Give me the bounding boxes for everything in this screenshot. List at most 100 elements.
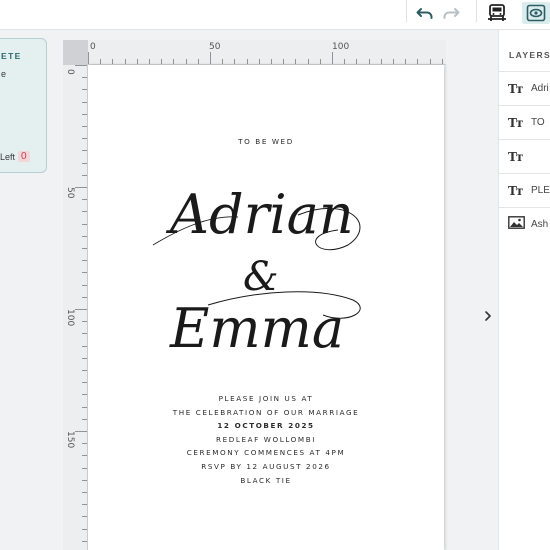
ruler-corner <box>63 40 88 65</box>
ruler-tick <box>82 492 87 493</box>
left-count-badge: 0 <box>18 151 30 162</box>
ruler-tick <box>82 357 87 359</box>
ruler-tick <box>393 59 394 64</box>
ruler-tick <box>161 59 163 64</box>
invitation-line[interactable]: PLEASE JOIN US AT <box>88 394 444 403</box>
preview-view-button[interactable] <box>522 2 550 24</box>
toolbar-divider <box>406 0 407 22</box>
ruler-tick <box>82 516 87 518</box>
ruler-tick <box>82 150 87 152</box>
collapse-panel-button[interactable] <box>480 306 496 330</box>
ruler-tick <box>82 223 87 225</box>
ruler-tick <box>75 187 87 188</box>
ruler-tick <box>82 382 87 384</box>
ruler-tick <box>405 59 407 64</box>
text-layer-icon: Tт <box>508 81 523 96</box>
ruler-tick <box>82 101 87 103</box>
text-layer-icon: Tт <box>508 115 523 130</box>
names-script-art[interactable]: Adrian & Emma <box>148 175 388 375</box>
layer-row[interactable]: Tт Adri <box>499 71 550 105</box>
ruler-tick <box>380 59 382 64</box>
layer-row[interactable]: Tт TO <box>499 105 550 139</box>
invitation-line[interactable]: CEREMONY COMMENCES AT 4PM <box>88 448 444 457</box>
ruler-tick <box>82 174 87 176</box>
ruler-tick <box>136 59 138 64</box>
ruler-tick <box>82 284 87 286</box>
ruler-label: 100 <box>332 42 350 52</box>
left-label: Left <box>0 151 16 162</box>
ruler-tick <box>332 52 333 64</box>
ruler-tick <box>344 59 346 64</box>
name2-text: Emma <box>169 297 344 360</box>
ruler-tick <box>82 333 87 335</box>
vertical-ruler: 0 50 100 150 <box>63 65 88 550</box>
ruler-tick <box>82 370 87 371</box>
print-preview-button[interactable] <box>484 2 510 24</box>
ruler-label: 50 <box>65 187 75 199</box>
ruler-tick <box>124 59 126 64</box>
ruler-tick <box>222 59 224 64</box>
ruler-tick <box>82 89 87 91</box>
invitation-line[interactable]: REDLEAF WOLLOMBI <box>88 435 444 444</box>
ruler-tick <box>82 138 87 140</box>
ruler-tick <box>82 162 87 164</box>
ruler-tick <box>210 52 211 64</box>
text-layer-icon: Tт <box>508 149 523 164</box>
ruler-tick <box>100 59 102 64</box>
ruler-label: 0 <box>65 69 75 75</box>
top-toolbar <box>0 0 550 30</box>
ruler-tick <box>197 59 199 64</box>
invitation-line[interactable]: THE CELEBRATION OF OUR MARRIAGE <box>88 408 444 417</box>
ruler-tick <box>271 59 272 64</box>
ruler-tick <box>246 59 248 64</box>
ruler-tick <box>82 321 87 323</box>
ruler-label: 50 <box>209 42 221 52</box>
image-layer-icon <box>508 215 525 234</box>
ruler-tick <box>82 540 87 542</box>
layer-row[interactable]: Tт <box>499 139 550 173</box>
ruler-tick <box>82 77 87 79</box>
ruler-tick <box>82 113 87 115</box>
heading-text[interactable]: TO BE WED <box>88 137 444 146</box>
layer-label: PLE <box>531 185 550 196</box>
invitation-line[interactable]: BLACK TIE <box>88 476 444 485</box>
ruler-tick <box>75 309 87 310</box>
ruler-tick <box>234 59 236 64</box>
ruler-tick <box>82 235 87 237</box>
ruler-label: 150 <box>65 431 75 449</box>
ruler-tick <box>149 59 150 64</box>
card-title: ETE <box>1 51 22 61</box>
layer-row[interactable]: Ash <box>499 207 550 241</box>
ruler-tick <box>82 126 87 127</box>
ruler-tick <box>82 248 87 249</box>
ruler-label: 0 <box>90 42 96 52</box>
ruler-tick <box>88 52 89 64</box>
ruler-tick <box>75 65 87 66</box>
ruler-tick <box>417 59 419 64</box>
ruler-tick <box>82 528 87 530</box>
ruler-tick <box>82 504 87 506</box>
invitation-line[interactable]: RSVP BY 12 AUGUST 2026 <box>88 462 444 471</box>
ruler-tick <box>173 59 175 64</box>
invitation-line[interactable]: 12 OCTOBER 2025 <box>88 421 444 430</box>
ruler-tick <box>283 59 285 64</box>
ruler-tick <box>185 59 187 64</box>
layer-label: Adri <box>531 83 549 94</box>
ruler-tick <box>82 211 87 213</box>
undo-button[interactable] <box>414 2 436 24</box>
redo-button[interactable] <box>440 2 462 24</box>
redo-icon <box>442 6 460 20</box>
ruler-tick <box>307 59 309 64</box>
ruler-tick <box>82 467 87 469</box>
layer-label: TO <box>531 117 545 128</box>
ruler-tick <box>82 479 87 481</box>
layer-label: Ash <box>531 219 549 230</box>
layer-row[interactable]: Tт PLE <box>499 173 550 207</box>
undo-icon <box>416 6 434 20</box>
ruler-tick <box>82 272 87 274</box>
card-subtitle: e <box>1 69 7 79</box>
design-canvas[interactable]: TO BE WED Adrian & Emma PLEASE JOIN US A… <box>88 65 444 550</box>
layers-panel: LAYERS Tт Adri Tт TO Tт Tт PLE Ash <box>498 30 550 550</box>
left-counter: Left 0 <box>0 151 30 162</box>
ruler-tick <box>441 59 443 64</box>
